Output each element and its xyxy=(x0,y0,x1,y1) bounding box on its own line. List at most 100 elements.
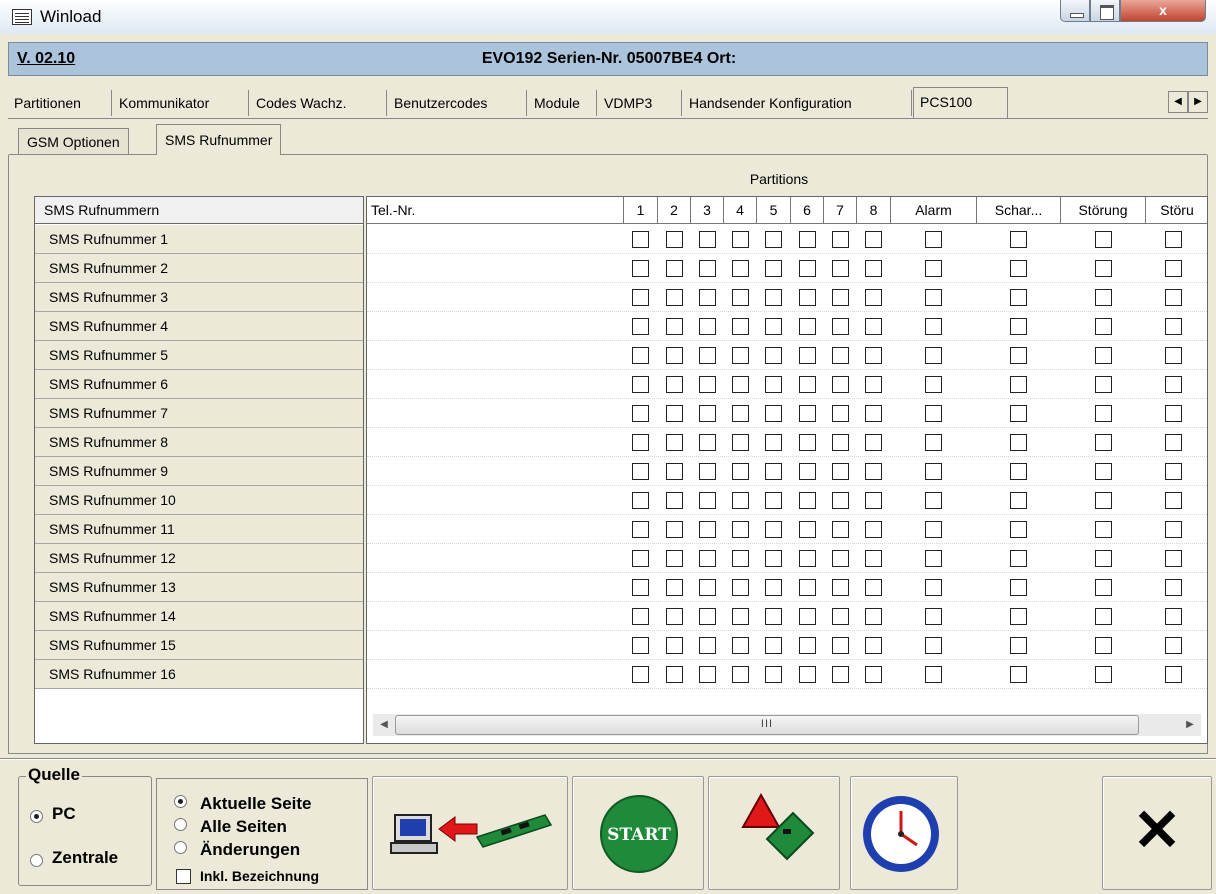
checkbox-alarm[interactable] xyxy=(925,492,942,509)
checkbox-stoeru[interactable] xyxy=(1165,579,1182,596)
checkbox-stoerung[interactable] xyxy=(1095,376,1112,393)
checkbox-p2[interactable] xyxy=(666,289,683,306)
checkbox-p4[interactable] xyxy=(732,550,749,567)
checkbox-schar[interactable] xyxy=(1010,463,1027,480)
checkbox-p7[interactable] xyxy=(832,579,849,596)
scroll-left-arrow-icon[interactable]: ◀ xyxy=(373,714,395,736)
sms-number-row[interactable]: SMS Rufnummer 14 xyxy=(35,602,363,631)
checkbox-stoerung[interactable] xyxy=(1095,289,1112,306)
minimize-button[interactable] xyxy=(1060,0,1090,22)
checkbox-p4[interactable] xyxy=(732,405,749,422)
tab-codes-wachz[interactable]: Codes Wachz. xyxy=(250,90,387,116)
checkbox-stoeru[interactable] xyxy=(1165,463,1182,480)
checkbox-stoeru[interactable] xyxy=(1165,347,1182,364)
checkbox-p8[interactable] xyxy=(865,289,882,306)
checkbox-alarm[interactable] xyxy=(925,289,942,306)
column-header-p8[interactable]: 8 xyxy=(857,197,891,224)
checkbox-p4[interactable] xyxy=(732,521,749,538)
checkbox-p4[interactable] xyxy=(732,492,749,509)
checkbox-p6[interactable] xyxy=(799,376,816,393)
checkbox-p5[interactable] xyxy=(765,463,782,480)
checkbox-schar[interactable] xyxy=(1010,318,1027,335)
checkbox-schar[interactable] xyxy=(1010,347,1027,364)
subtab-sms-rufnummer[interactable]: SMS Rufnummer xyxy=(156,124,282,155)
sms-number-row[interactable]: SMS Rufnummer 5 xyxy=(35,341,363,370)
checkbox-p8[interactable] xyxy=(865,666,882,683)
checkbox-p3[interactable] xyxy=(699,260,716,277)
checkbox-stoerung[interactable] xyxy=(1095,550,1112,567)
checkbox-stoerung[interactable] xyxy=(1095,260,1112,277)
checkbox-p1[interactable] xyxy=(632,376,649,393)
column-header-schar[interactable]: Schar... xyxy=(977,197,1061,224)
checkbox-p6[interactable] xyxy=(799,550,816,567)
checkbox-alarm[interactable] xyxy=(925,463,942,480)
checkbox-p8[interactable] xyxy=(865,492,882,509)
exit-button[interactable]: ✕ xyxy=(1102,776,1212,890)
checkbox-p1[interactable] xyxy=(632,347,649,364)
scope-all-radio[interactable] xyxy=(174,818,187,831)
checkbox-stoerung[interactable] xyxy=(1095,579,1112,596)
checkbox-schar[interactable] xyxy=(1010,376,1027,393)
checkbox-p4[interactable] xyxy=(732,260,749,277)
checkbox-p2[interactable] xyxy=(666,376,683,393)
checkbox-p7[interactable] xyxy=(832,550,849,567)
checkbox-p6[interactable] xyxy=(799,492,816,509)
phone-number-cell[interactable] xyxy=(367,225,624,253)
checkbox-p5[interactable] xyxy=(765,231,782,248)
checkbox-schar[interactable] xyxy=(1010,434,1027,451)
phone-number-cell[interactable] xyxy=(367,370,624,398)
checkbox-p1[interactable] xyxy=(632,521,649,538)
tab-scroll-right-button[interactable]: ▶ xyxy=(1188,91,1208,113)
clock-button[interactable] xyxy=(850,776,958,890)
checkbox-p6[interactable] xyxy=(799,579,816,596)
checkbox-p6[interactable] xyxy=(799,463,816,480)
checkbox-alarm[interactable] xyxy=(925,318,942,335)
checkbox-stoerung[interactable] xyxy=(1095,463,1112,480)
checkbox-alarm[interactable] xyxy=(925,521,942,538)
sms-number-row[interactable]: SMS Rufnummer 11 xyxy=(35,515,363,544)
checkbox-alarm[interactable] xyxy=(925,666,942,683)
checkbox-p2[interactable] xyxy=(666,666,683,683)
checkbox-p3[interactable] xyxy=(699,666,716,683)
column-header-p2[interactable]: 2 xyxy=(658,197,691,224)
tab-handsender-konfiguration[interactable]: Handsender Konfiguration xyxy=(683,90,912,116)
checkbox-schar[interactable] xyxy=(1010,405,1027,422)
checkbox-p4[interactable] xyxy=(732,666,749,683)
checkbox-p5[interactable] xyxy=(765,318,782,335)
checkbox-p2[interactable] xyxy=(666,434,683,451)
checkbox-p3[interactable] xyxy=(699,434,716,451)
checkbox-p3[interactable] xyxy=(699,463,716,480)
column-header-tel[interactable]: Tel.-Nr. xyxy=(367,197,624,224)
checkbox-p3[interactable] xyxy=(699,405,716,422)
checkbox-p2[interactable] xyxy=(666,260,683,277)
checkbox-stoerung[interactable] xyxy=(1095,492,1112,509)
checkbox-p4[interactable] xyxy=(732,637,749,654)
checkbox-p5[interactable] xyxy=(765,579,782,596)
checkbox-p7[interactable] xyxy=(832,289,849,306)
scope-all-label[interactable]: Alle Seiten xyxy=(200,818,287,835)
checkbox-p2[interactable] xyxy=(666,492,683,509)
phone-number-cell[interactable] xyxy=(367,544,624,572)
checkbox-p5[interactable] xyxy=(765,521,782,538)
checkbox-p5[interactable] xyxy=(765,492,782,509)
source-pc-label[interactable]: PC xyxy=(52,804,76,824)
transfer-button[interactable] xyxy=(372,776,568,890)
checkbox-p6[interactable] xyxy=(799,608,816,625)
checkbox-alarm[interactable] xyxy=(925,376,942,393)
phone-number-cell[interactable] xyxy=(367,486,624,514)
checkbox-p5[interactable] xyxy=(765,666,782,683)
checkbox-p2[interactable] xyxy=(666,463,683,480)
checkbox-p3[interactable] xyxy=(699,231,716,248)
checkbox-p7[interactable] xyxy=(832,347,849,364)
checkbox-p6[interactable] xyxy=(799,231,816,248)
checkbox-p8[interactable] xyxy=(865,347,882,364)
checkbox-p1[interactable] xyxy=(632,608,649,625)
checkbox-p2[interactable] xyxy=(666,637,683,654)
sms-number-row[interactable]: SMS Rufnummer 16 xyxy=(35,660,363,689)
checkbox-p8[interactable] xyxy=(865,579,882,596)
column-header-p4[interactable]: 4 xyxy=(724,197,757,224)
checkbox-p7[interactable] xyxy=(832,231,849,248)
checkbox-p1[interactable] xyxy=(632,260,649,277)
checkbox-alarm[interactable] xyxy=(925,434,942,451)
phone-number-cell[interactable] xyxy=(367,283,624,311)
